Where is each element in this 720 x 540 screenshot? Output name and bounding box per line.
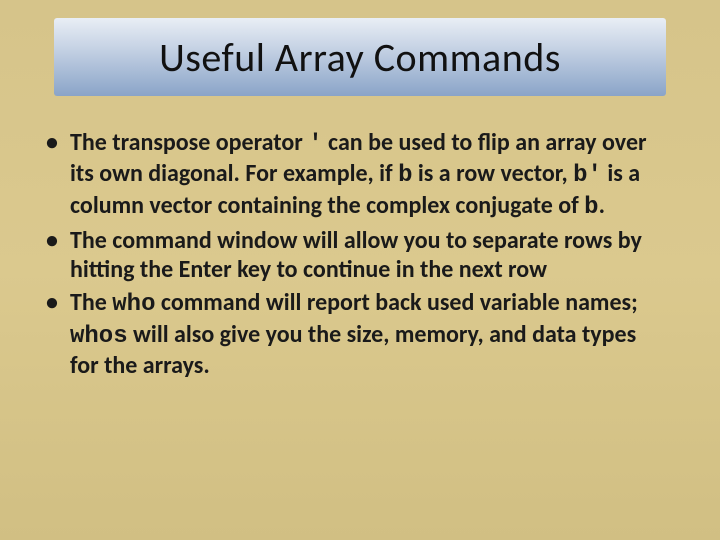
text-run: The transpose operator [70,128,308,157]
text-run: . [599,191,605,220]
bullet-item: The who command will report back used va… [40,288,668,380]
text-run: is a row vector, [412,159,573,188]
text-run: command will report back used variable n… [156,288,638,317]
slide: Useful Array Commands The transpose oper… [0,0,720,540]
slide-title: Useful Array Commands [159,33,561,82]
bullet-item: The transpose operator ' can be used to … [40,128,668,222]
code-run: b [584,194,598,221]
code-run: ' [308,131,322,158]
code-run: b [398,162,412,189]
text-run: will also give you the size, memory, and… [70,320,636,380]
text-run: The [70,288,112,317]
text-run: The command window will allow you to sep… [70,226,642,284]
bullet-item: The command window will allow you to sep… [40,226,668,285]
title-band: Useful Array Commands [54,18,666,96]
code-run: b' [573,162,602,189]
code-run: who [112,291,155,318]
code-run: whos [70,323,128,350]
content-area: The transpose operator ' can be used to … [40,128,668,384]
bullet-list: The transpose operator ' can be used to … [40,128,668,380]
